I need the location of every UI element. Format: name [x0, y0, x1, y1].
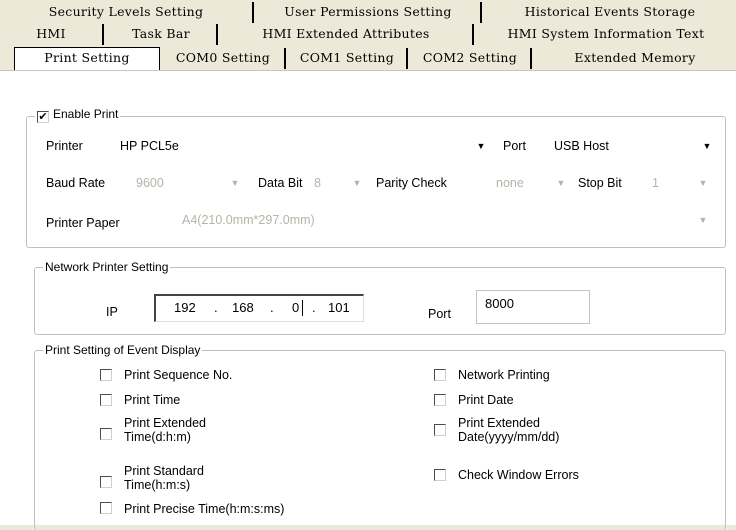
printer-label: Printer: [46, 139, 83, 153]
tab-com2-setting[interactable]: COM2 Setting: [410, 48, 532, 69]
enable-print-label: Enable Print: [53, 107, 119, 121]
tab-security-levels-setting[interactable]: Security Levels Setting: [0, 2, 254, 23]
chevron-down-icon[interactable]: ▼: [476, 136, 486, 156]
print-time-label: Print Time: [124, 393, 181, 407]
network-port-label: Port: [428, 307, 451, 321]
check-window-errors-label: Check Window Errors: [458, 468, 579, 482]
tab-extended-memory[interactable]: Extended Memory: [534, 48, 736, 69]
print-standard-time-label: Print Standard Time(h:m:s): [124, 464, 204, 492]
chevron-down-icon[interactable]: ▼: [698, 173, 708, 193]
parity-check-label: Parity Check: [376, 176, 447, 190]
enable-print-checkbox[interactable]: ✔: [37, 111, 49, 123]
ip-octet-2[interactable]: 168: [232, 296, 254, 320]
chevron-down-icon[interactable]: ▼: [702, 136, 712, 156]
tab-com1-setting[interactable]: COM1 Setting: [288, 48, 408, 69]
baud-rate-select[interactable]: 9600 ▼: [132, 173, 250, 193]
print-extended-time-label: Print Extended Time(d:h:m): [124, 416, 206, 444]
print-time-checkbox[interactable]: [100, 394, 112, 406]
ip-dot: .: [312, 300, 316, 315]
event-display-legend: Print Setting of Event Display: [43, 343, 203, 357]
printer-paper-select[interactable]: A4(210.0mm*297.0mm) ▼: [178, 206, 712, 234]
tab-hmi[interactable]: HMI: [0, 24, 104, 45]
printer-select[interactable]: HP PCL5e ▼: [116, 136, 490, 156]
data-bit-label: Data Bit: [258, 176, 303, 190]
print-precise-time-label: Print Precise Time(h:m:s:ms): [124, 502, 285, 516]
stop-bit-label: Stop Bit: [578, 176, 622, 190]
tab-user-permissions-setting[interactable]: User Permissions Setting: [256, 2, 482, 23]
print-date-checkbox[interactable]: [434, 394, 446, 406]
network-port-field[interactable]: 8000: [476, 290, 590, 324]
port-label: Port: [503, 139, 526, 153]
print-extended-time-checkbox[interactable]: [100, 428, 112, 440]
stop-bit-value: 1: [652, 176, 659, 190]
network-printer-legend: Network Printer Setting: [43, 260, 171, 274]
ip-octet-3[interactable]: 0: [292, 296, 299, 320]
ip-octet-1[interactable]: 192: [174, 296, 196, 320]
ip-label: IP: [106, 305, 118, 319]
parity-check-select[interactable]: none ▼: [492, 173, 570, 193]
network-printing-label: Network Printing: [458, 368, 550, 382]
chevron-down-icon[interactable]: ▼: [352, 173, 362, 193]
ip-dot: .: [214, 300, 218, 315]
tab-com0-setting[interactable]: COM0 Setting: [162, 48, 286, 69]
network-printer-group: Network Printer Setting: [34, 260, 726, 335]
network-printing-checkbox[interactable]: [434, 369, 446, 381]
tab-hmi-system-information-text[interactable]: HMI System Information Text: [476, 24, 736, 45]
baud-rate-label: Baud Rate: [46, 176, 106, 190]
print-sequence-no-label: Print Sequence No.: [124, 368, 233, 382]
data-bit-select[interactable]: 8 ▼: [310, 173, 372, 193]
print-sequence-no-checkbox[interactable]: [100, 369, 112, 381]
parity-check-value: none: [496, 176, 524, 190]
print-extended-date-checkbox[interactable]: [434, 424, 446, 436]
tab-row-3: Print Setting COM0 Setting COM1 Setting …: [0, 47, 736, 70]
print-standard-time-checkbox[interactable]: [100, 476, 112, 488]
ip-address-field[interactable]: 192 . 168 . 0 . 101: [154, 294, 364, 322]
chevron-down-icon[interactable]: ▼: [698, 206, 708, 234]
tab-row-1: Security Levels Setting User Permissions…: [0, 2, 736, 24]
tab-hmi-extended-attributes[interactable]: HMI Extended Attributes: [220, 24, 474, 45]
ip-dot: .: [270, 300, 274, 315]
chevron-down-icon[interactable]: ▼: [230, 173, 240, 193]
tab-task-bar[interactable]: Task Bar: [106, 24, 218, 45]
chevron-down-icon[interactable]: ▼: [556, 173, 566, 193]
data-bit-value: 8: [314, 176, 321, 190]
tab-print-setting[interactable]: Print Setting: [14, 47, 160, 70]
port-select[interactable]: USB Host ▼: [550, 136, 716, 156]
print-extended-date-label: Print Extended Date(yyyy/mm/dd): [458, 416, 560, 444]
text-cursor: [302, 300, 303, 316]
tab-historical-events-storage[interactable]: Historical Events Storage: [484, 2, 736, 23]
port-value: USB Host: [554, 139, 609, 153]
print-date-label: Print Date: [458, 393, 514, 407]
ip-octet-4[interactable]: 101: [328, 296, 350, 320]
baud-rate-value: 9600: [136, 176, 164, 190]
check-window-errors-checkbox[interactable]: [434, 469, 446, 481]
print-precise-time-checkbox[interactable]: [100, 502, 112, 514]
printer-paper-label: Printer Paper: [46, 216, 120, 230]
stop-bit-select[interactable]: 1 ▼: [648, 173, 712, 193]
printer-paper-value: A4(210.0mm*297.0mm): [182, 213, 315, 227]
tab-row-2: HMI Task Bar HMI Extended Attributes HMI…: [0, 24, 736, 46]
printer-value: HP PCL5e: [120, 139, 179, 153]
enable-print-legend: ✔ Enable Print: [35, 107, 121, 123]
